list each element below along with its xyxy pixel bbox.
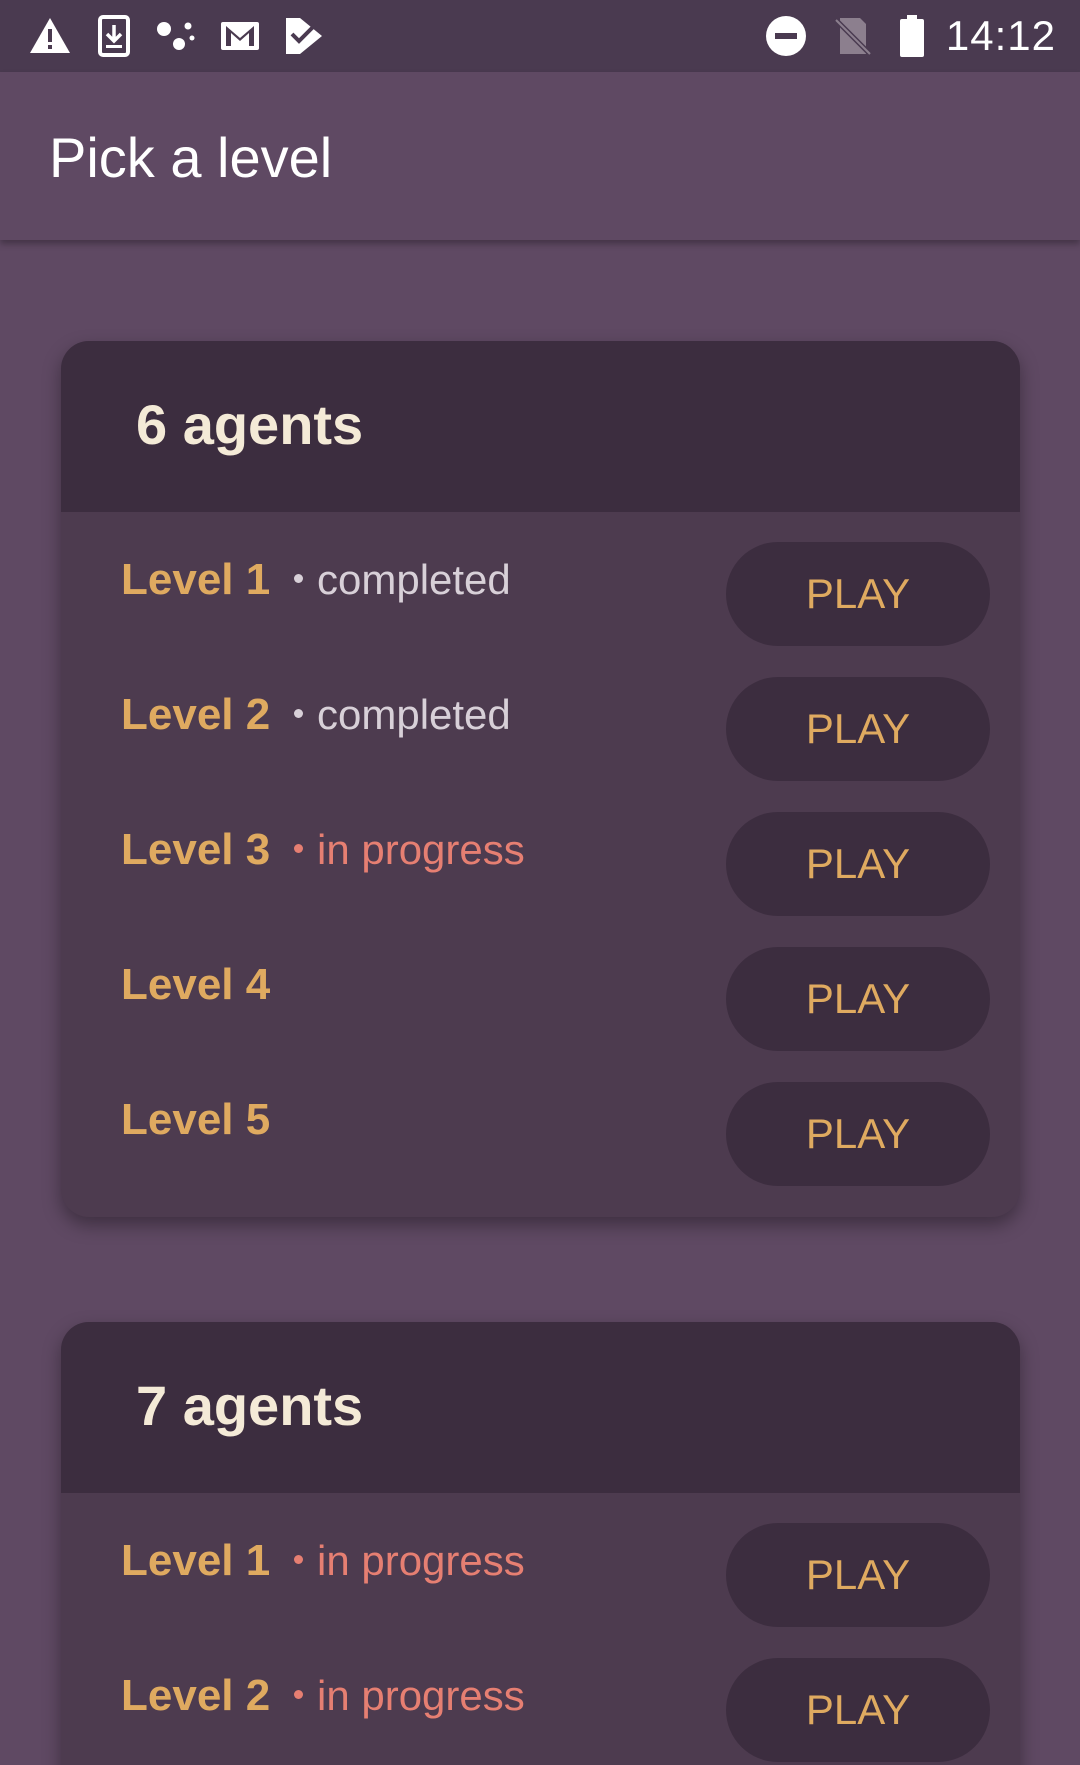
level-row: Level 1 in progress PLAY	[61, 1493, 1020, 1628]
play-button[interactable]: PLAY	[726, 812, 990, 916]
play-button[interactable]: PLAY	[726, 677, 990, 781]
play-button[interactable]: PLAY	[726, 947, 990, 1051]
level-status: in progress	[294, 822, 525, 878]
app-bar: Pick a level	[0, 72, 1080, 240]
status-dot-icon	[294, 1690, 303, 1700]
play-button[interactable]: PLAY	[726, 1523, 990, 1627]
no-sim-icon	[830, 14, 874, 58]
level-group-header: 6 agents	[61, 341, 1020, 512]
status-dot-icon	[294, 574, 303, 584]
level-group-card: 6 agents Level 1 completed PLAY Level 2 …	[61, 341, 1020, 1217]
level-row: Level 2 completed PLAY	[61, 647, 1020, 782]
status-bar: 14:12	[0, 0, 1080, 72]
status-time: 14:12	[945, 12, 1056, 59]
level-status: completed	[294, 552, 511, 608]
level-row: Level 2 in progress PLAY	[61, 1628, 1020, 1763]
gmail-icon	[218, 14, 262, 58]
level-name: Level 5	[121, 1095, 271, 1144]
level-status: completed	[294, 687, 511, 743]
level-group-title: 6 agents	[136, 393, 364, 456]
level-row: Level 1 completed PLAY	[61, 512, 1020, 647]
status-dot-icon	[294, 844, 303, 854]
level-group-header: 7 agents	[61, 1322, 1020, 1493]
feedback-icon	[282, 14, 326, 58]
level-name: Level 3	[121, 825, 271, 874]
warning-icon	[28, 14, 72, 58]
play-button[interactable]: PLAY	[726, 1082, 990, 1186]
level-row: Level 4 PLAY	[61, 917, 1020, 1052]
level-name: Level 1	[121, 1536, 271, 1585]
level-name: Level 4	[121, 960, 271, 1009]
level-row: Level 3 in progress PLAY	[61, 782, 1020, 917]
level-name: Level 2	[121, 690, 271, 739]
play-button[interactable]: PLAY	[726, 542, 990, 646]
level-row: Level 5 PLAY	[61, 1052, 1020, 1187]
download-icon	[92, 14, 136, 58]
level-group-card: 7 agents Level 1 in progress PLAY Level …	[61, 1322, 1020, 1765]
dots-icon	[154, 14, 198, 58]
level-name: Level 2	[121, 1671, 271, 1720]
level-status: in progress	[294, 1533, 525, 1589]
level-name: Level 1	[121, 555, 271, 604]
battery-icon	[890, 14, 934, 58]
status-dot-icon	[294, 709, 303, 719]
level-list[interactable]: 6 agents Level 1 completed PLAY Level 2 …	[0, 240, 1080, 1765]
status-dot-icon	[294, 1555, 303, 1565]
do-not-disturb-icon	[764, 14, 808, 58]
play-button[interactable]: PLAY	[726, 1658, 990, 1762]
level-status: in progress	[294, 1668, 525, 1724]
page-title: Pick a level	[49, 126, 333, 189]
level-group-title: 7 agents	[136, 1374, 364, 1437]
